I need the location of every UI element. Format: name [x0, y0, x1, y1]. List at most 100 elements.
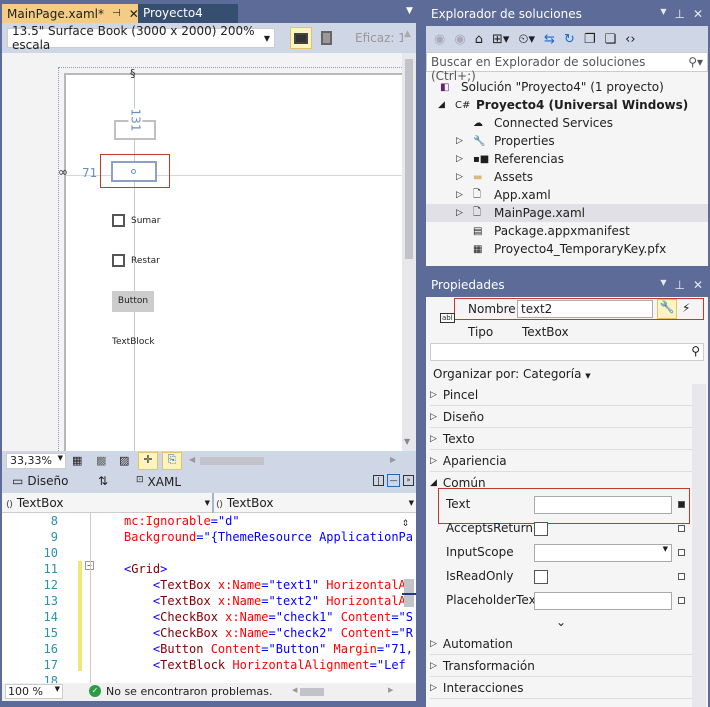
vertical-split-button[interactable]: |	[373, 475, 384, 486]
category-diseño[interactable]: ▷ Diseño	[430, 406, 692, 428]
events-lightning-button[interactable]: ⚡	[682, 301, 690, 315]
code-line[interactable]: <Grid>	[124, 562, 167, 576]
tree-item[interactable]: ☁ Connected Services	[426, 114, 708, 132]
editor-zoom-selector[interactable]: 100 % ▼	[5, 684, 63, 699]
advanced-options-marker[interactable]	[678, 501, 685, 508]
center-handle[interactable]	[131, 169, 136, 174]
swap-panes-button[interactable]: ⇅	[98, 474, 108, 488]
tab-mainpage-xaml[interactable]: MainPage.xaml* ⊣ ✕	[2, 4, 139, 23]
category-apariencia[interactable]: ▷ Apariencia	[430, 450, 692, 472]
tree-item[interactable]: ▷ 🔧 Properties	[426, 132, 708, 150]
tree-item[interactable]: ◢ C# Proyecto4 (Universal Windows)	[426, 96, 708, 114]
collapse-pane-button[interactable]: »	[403, 475, 414, 486]
scroll-up-icon[interactable]: ▲	[404, 29, 411, 39]
tab-xaml[interactable]: ⊡ XAML	[136, 475, 181, 489]
tree-item[interactable]: ▷ 🗋 MainPage.xaml	[426, 204, 708, 222]
element-dropdown-right[interactable]: ⟨⟩ TextBox ▼	[216, 495, 414, 511]
portrait-button[interactable]	[315, 27, 337, 49]
landscape-button[interactable]	[290, 27, 312, 49]
element-dropdown-left[interactable]: ⟨⟩ TextBox ▼	[6, 495, 210, 511]
expander-icon[interactable]: ▷	[456, 172, 468, 182]
anchor-left-icon[interactable]: ∞	[58, 165, 68, 179]
expander-icon[interactable]: ▷	[456, 136, 468, 146]
expander-icon[interactable]: ▷	[456, 190, 468, 200]
designer-textblock[interactable]: TextBlock	[112, 337, 155, 347]
zoom-selector[interactable]: 33,33% ▼	[6, 453, 66, 469]
tree-item[interactable]: ▷ 🗋 App.xaml	[426, 186, 708, 204]
xaml-code-editor[interactable]: − 8mc:Ignorable="d"9Background="{ThemeRe…	[2, 513, 416, 688]
switch-views-icon[interactable]: ⊞▾	[492, 32, 509, 47]
tab-overflow-icon[interactable]: ▼	[406, 6, 413, 16]
arrange-by-dropdown[interactable]: Organizar por: Categoría ▼	[433, 367, 591, 381]
split-editor-icon[interactable]: ⇕	[402, 515, 409, 529]
tree-item[interactable]: ▤ Package.appxmanifest	[426, 222, 708, 240]
expander-icon[interactable]: ▷	[456, 154, 468, 164]
tree-item[interactable]: ◧ Solución "Proyecto4" (1 proyecto)	[426, 78, 708, 96]
checkbox-check2[interactable]: Restar	[112, 254, 160, 267]
grid-icon[interactable]: ▦	[72, 454, 82, 467]
tab-design[interactable]: ▭ Diseño	[12, 474, 69, 488]
pin-icon[interactable]: ⊣	[112, 8, 121, 19]
name-input[interactable]: text2	[517, 300, 653, 318]
properties-scrollbar[interactable]	[692, 384, 706, 707]
category-pincel[interactable]: ▷ Pincel	[430, 384, 692, 406]
pin-icon[interactable]: ⊥	[674, 278, 684, 294]
scroll-right-icon[interactable]: ▶	[390, 455, 396, 464]
tree-item[interactable]: ▷ ▬ Assets	[426, 168, 708, 186]
category-texto[interactable]: ▷ Texto	[430, 428, 692, 450]
home-icon[interactable]: ⌂	[475, 32, 483, 47]
horizontal-scrollbar-thumb[interactable]	[200, 457, 264, 465]
snap-grid-icon[interactable]: ▩	[96, 454, 106, 467]
properties-wrench-button[interactable]: 🔧	[657, 299, 677, 319]
code-horizontal-thumb[interactable]	[300, 688, 324, 696]
close-icon[interactable]: ✕	[693, 278, 703, 294]
scroll-left-icon[interactable]: ◀	[292, 686, 297, 694]
property-checkbox[interactable]	[534, 522, 548, 536]
scroll-right-icon[interactable]: ▶	[388, 686, 393, 694]
textbox-text2-selected[interactable]	[111, 161, 157, 182]
code-line[interactable]: Background="{ThemeResource ApplicationPa	[124, 530, 413, 544]
pending-changes-icon[interactable]: ⏲▾	[518, 32, 535, 47]
designer-button[interactable]: Button	[112, 291, 154, 312]
tree-item[interactable]: ▷ ▪■ Referencias	[426, 150, 708, 168]
code-line[interactable]: <CheckBox x:Name="check2" Content="R	[124, 626, 413, 640]
dropdown-icon[interactable]: ▼	[660, 278, 666, 294]
show-more-button[interactable]: ⌄	[430, 615, 692, 633]
advanced-options-marker[interactable]	[678, 573, 685, 580]
scrollbar-thumb[interactable]	[405, 59, 413, 259]
expander-icon[interactable]: ◢	[438, 100, 450, 110]
code-line[interactable]: <TextBox x:Name="text1" HorizontalA	[124, 578, 406, 592]
solution-search-box[interactable]: Buscar en Explorador de soluciones (Ctrl…	[426, 52, 708, 83]
close-icon[interactable]: ✕	[693, 7, 703, 23]
property-search-input[interactable]: ⚲	[430, 343, 704, 361]
forward-icon[interactable]: ◉	[454, 32, 465, 47]
expander-icon[interactable]: ▷	[456, 208, 468, 218]
scroll-down-icon[interactable]: ▼	[404, 437, 410, 446]
refresh-icon[interactable]: ↻	[564, 32, 575, 47]
show-all-files-icon[interactable]: ❏	[605, 32, 617, 47]
tree-item[interactable]: ▦ Proyecto4_TemporaryKey.pfx	[426, 240, 708, 258]
collapse-all-icon[interactable]: ❐	[584, 32, 596, 47]
code-line[interactable]: <Button Content="Button" Margin="71,	[124, 642, 413, 656]
sync-icon[interactable]: ⇆	[544, 32, 555, 47]
pin-icon[interactable]: ⊥	[674, 7, 684, 23]
snap-lines-icon[interactable]: ✛	[138, 452, 158, 470]
back-icon[interactable]: ◉	[434, 32, 445, 47]
device-selector[interactable]: 13.5" Surface Book (3000 x 2000) 200% es…	[7, 24, 275, 52]
artboard-bg-icon[interactable]: ▨	[119, 454, 129, 467]
property-select[interactable]: ▼	[534, 544, 672, 562]
property-input[interactable]	[534, 592, 672, 610]
issues-status[interactable]: No se encontraron problemas.	[106, 685, 272, 698]
advanced-options-marker[interactable]	[678, 525, 685, 532]
dropdown-icon[interactable]: ▼	[660, 7, 666, 23]
tab-proyecto4[interactable]: Proyecto4	[138, 4, 238, 23]
advanced-options-marker[interactable]	[678, 597, 685, 604]
property-checkbox[interactable]	[534, 570, 548, 584]
property-input[interactable]	[534, 496, 672, 514]
project-code-icon[interactable]: ⎘	[162, 452, 182, 470]
checkbox-check1[interactable]: Sumar	[112, 214, 160, 227]
horizontal-split-button[interactable]: —	[387, 474, 400, 487]
anchor-top-icon[interactable]: §	[130, 67, 136, 80]
code-line[interactable]: <CheckBox x:Name="check1" Content="S	[124, 610, 413, 624]
advanced-options-marker[interactable]	[678, 549, 685, 556]
